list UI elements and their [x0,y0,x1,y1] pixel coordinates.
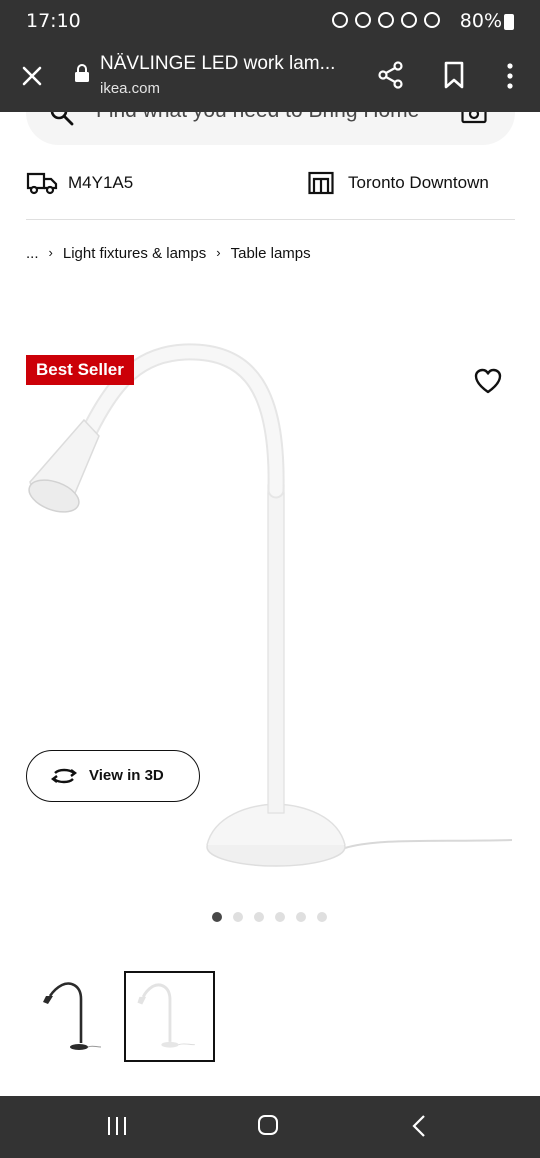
wifi-icon [401,12,417,28]
battery-icon [504,14,514,30]
breadcrumb-item-light-fixtures[interactable]: Light fixtures & lamps [63,245,206,262]
status-icons [332,12,440,28]
carousel-dot[interactable] [254,912,264,922]
chevron-right-icon: › [48,244,53,260]
store-icon[interactable] [308,171,334,195]
thumbnail-white-lamp[interactable] [124,971,215,1062]
carousel-dot[interactable] [212,912,222,922]
store-name[interactable]: Toronto Downtown [348,173,489,193]
recent-apps-icon[interactable] [106,1115,128,1137]
carousel-dot[interactable] [296,912,306,922]
carousel-dot[interactable] [275,912,285,922]
view-in-3d-label: View in 3D [89,767,164,784]
status-time: 17:10 [26,10,81,32]
search-input[interactable]: Find what you need to Bring Home [96,112,419,123]
divider [26,219,515,220]
status-bar: 17:10 80% [0,0,540,44]
product-image[interactable] [0,330,540,890]
chevron-right-icon: › [216,244,221,260]
truck-icon[interactable] [26,171,58,195]
carousel-dot[interactable] [233,912,243,922]
rotate-icon [51,768,77,784]
search-icon [50,112,74,126]
thumbnail-black-lamp-image [43,982,102,1050]
breadcrumb-item-table-lamps[interactable]: Table lamps [231,245,311,262]
camera-icon[interactable] [461,112,487,124]
menu-icon[interactable] [506,63,514,89]
carousel-dot[interactable] [317,912,327,922]
thumbnail-black-lamp[interactable] [26,971,117,1062]
share-icon[interactable] [378,61,404,89]
breadcrumb-ellipsis[interactable]: ... [26,245,39,262]
browser-url-bar: NÄVLINGE LED work lam... ikea.com [0,44,540,112]
page-title[interactable]: NÄVLINGE LED work lam... [100,53,355,75]
view-in-3d-button[interactable]: View in 3D [26,750,200,802]
carousel-dots [212,912,327,922]
heart-icon[interactable] [474,368,502,394]
back-icon[interactable] [410,1114,428,1138]
notification-icon [332,12,348,28]
delivery-store-row: M4Y1A5 Toronto Downtown [26,165,515,203]
lock-icon [75,64,89,82]
hotspot-icon [378,12,394,28]
battery-level: 80% [459,10,502,32]
home-icon[interactable] [257,1114,279,1136]
system-nav-bar [0,1096,540,1158]
page-domain[interactable]: ikea.com [100,80,160,97]
search-bar[interactable]: Find what you need to Bring Home [26,112,515,145]
signal-icon [424,12,440,28]
postal-code[interactable]: M4Y1A5 [68,173,133,193]
search-area: Find what you need to Bring Home [0,112,540,152]
alarm-icon [355,12,371,28]
breadcrumb: ... › Light fixtures & lamps › Table lam… [26,242,311,264]
best-seller-badge: Best Seller [26,355,134,385]
bookmark-icon[interactable] [443,61,465,89]
thumbnail-white-lamp-image [137,983,195,1048]
close-icon[interactable] [20,64,44,88]
